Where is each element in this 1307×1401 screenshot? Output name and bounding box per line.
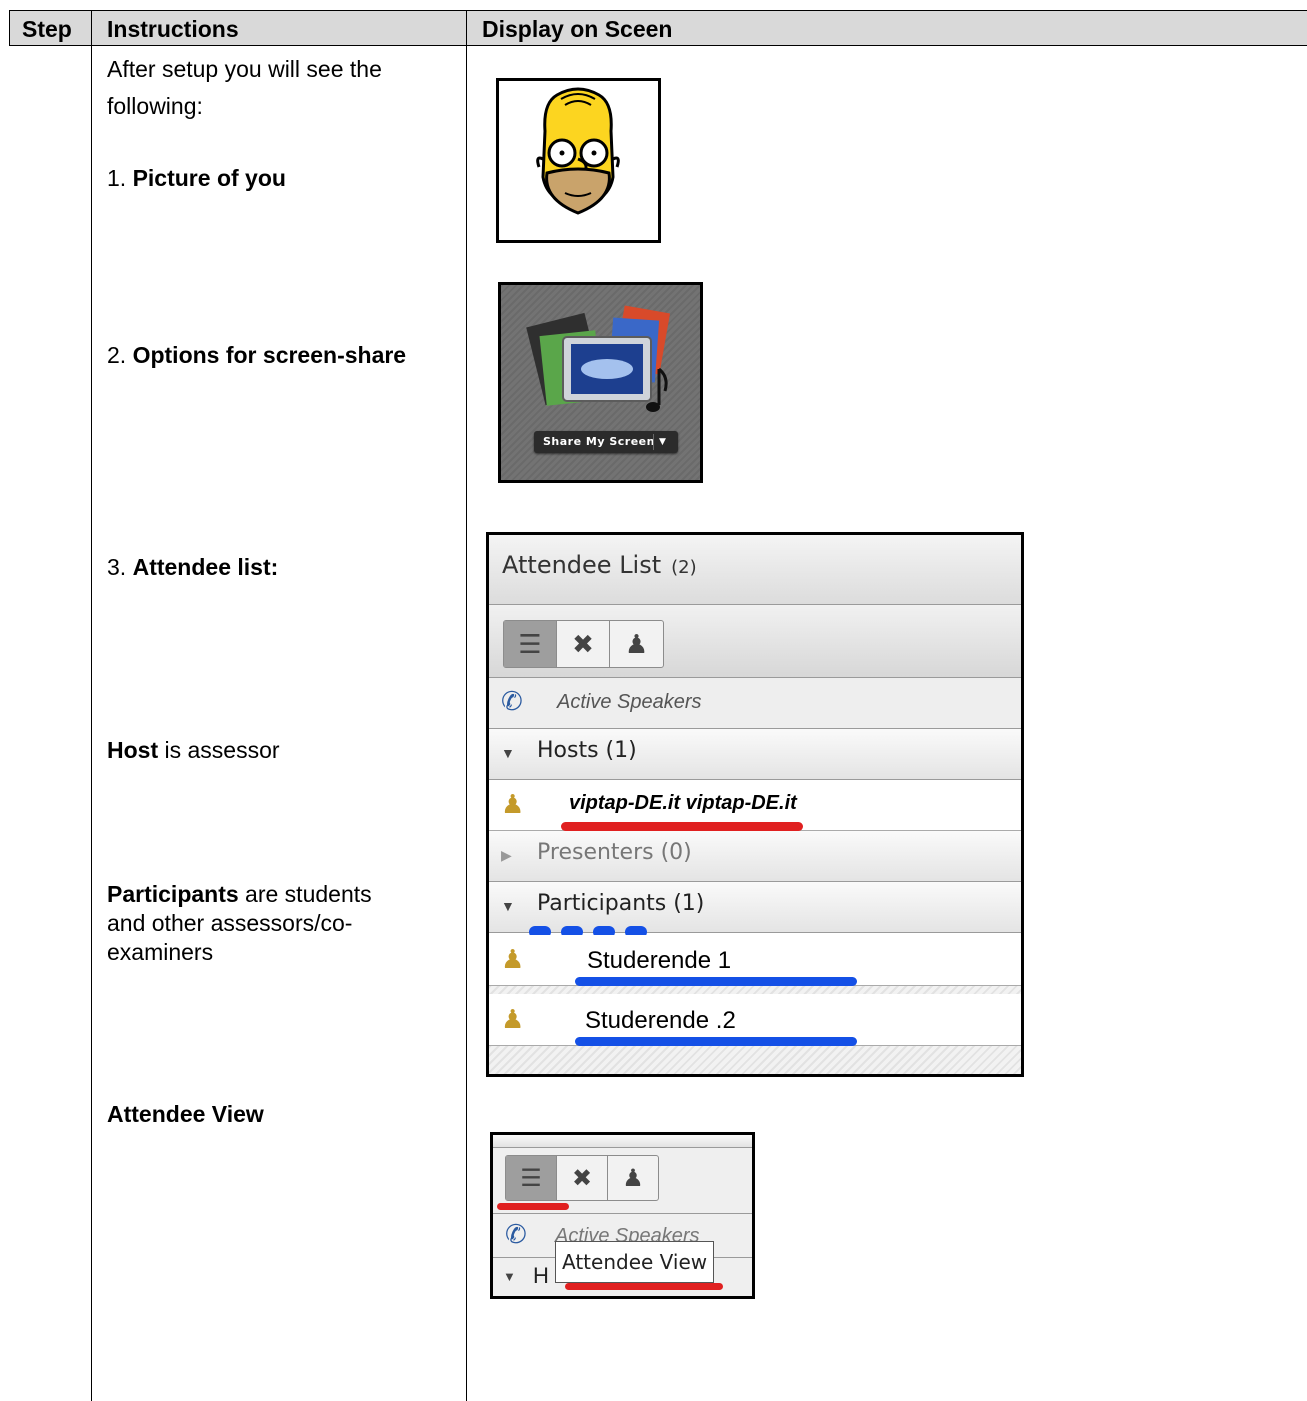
view-button-underline: [497, 1203, 569, 1210]
list-view-icon[interactable]: ☰: [504, 621, 557, 667]
share-screen-image: Share My Screen ▼: [498, 282, 703, 483]
attendee-list-titlebar: Attendee List (2): [489, 535, 1021, 605]
attendee-view-tooltip: Attendee View: [555, 1241, 715, 1283]
avatar-image: [496, 78, 661, 243]
triangle-down-icon: ▼: [501, 745, 515, 761]
header-instructions: Instructions: [107, 16, 239, 42]
chevron-down-icon[interactable]: ▼: [659, 431, 666, 453]
attendee-view-icon[interactable]: ♟: [610, 621, 663, 667]
attendee-view-heading: Attendee View: [107, 1101, 264, 1127]
phone-icon: ✆: [505, 1219, 527, 1249]
attendee-list-title: Attendee List: [502, 551, 662, 579]
header-display: Display on Sceen: [482, 16, 673, 42]
media-stack-icon: [526, 305, 671, 412]
header-bottom-border: [9, 45, 1307, 46]
triangle-down-icon: ▼: [503, 1269, 516, 1284]
triangle-down-icon: ▼: [501, 898, 515, 914]
attendee-count: (2): [671, 557, 697, 578]
item-attendee-list: 3. Attendee list:: [107, 554, 279, 580]
host-underline: [561, 822, 803, 831]
host-name: viptap-DE.it viptap-DE.it: [569, 792, 797, 814]
expand-view-icon[interactable]: ✖: [557, 1156, 608, 1200]
attendee-view-icon[interactable]: ♟: [608, 1156, 658, 1200]
header-step: Step: [22, 16, 72, 42]
view-switcher: ☰ ✖ ♟: [505, 1155, 659, 1201]
intro-line-2: following:: [107, 93, 203, 119]
table-top-border: [9, 10, 1307, 11]
active-speakers-row: ✆ Active Speakers: [489, 678, 1021, 729]
presenters-section[interactable]: ▶ Presenters (0): [489, 831, 1021, 882]
col-divider-2: [466, 10, 467, 1401]
table-left-border: [9, 10, 10, 46]
attendee-toolbar: ☰ ✖ ♟: [489, 605, 1021, 678]
col-divider-1: [91, 10, 92, 1401]
share-my-screen-button[interactable]: Share My Screen ▼: [534, 431, 678, 453]
participant-underline: [575, 977, 857, 986]
hosts-section[interactable]: ▼ Hosts (1): [489, 729, 1021, 780]
participants-note: Participants are students and other asse…: [107, 881, 372, 965]
host-note: Host is assessor: [107, 737, 280, 763]
list-view-icon[interactable]: ☰: [506, 1156, 557, 1200]
item-picture: 1. Picture of you: [107, 165, 286, 191]
active-speakers-label: Active Speakers: [557, 691, 702, 713]
participant-underline: [575, 1037, 857, 1046]
participant-user-icon: ♟: [501, 1004, 525, 1034]
phone-icon: ✆: [501, 686, 523, 716]
expand-view-icon[interactable]: ✖: [557, 621, 610, 667]
item-screen-share: 2. Options for screen-share: [107, 342, 407, 368]
host-user-icon: ♟: [501, 789, 525, 819]
participant-name: Studerende 1: [587, 947, 732, 974]
intro-line-1: After setup you will see the: [107, 56, 382, 82]
view-switcher: ☰ ✖ ♟: [503, 620, 664, 668]
homer-avatar-icon: [536, 87, 620, 215]
attendee-list-panel: Attendee List (2) ☰ ✖ ♟ ✆ Active Speakers…: [486, 532, 1024, 1077]
hosts-partial-label: H: [533, 1263, 549, 1288]
triangle-right-icon: ▶: [501, 847, 512, 863]
attendee-view-image: ☰ ✖ ♟ ✆ Active Speakers ▼ H Attendee Vie…: [490, 1132, 755, 1299]
tooltip-underline: [565, 1283, 723, 1290]
participant-name: Studerende .2: [585, 1007, 736, 1034]
participant-user-icon: ♟: [501, 944, 525, 974]
